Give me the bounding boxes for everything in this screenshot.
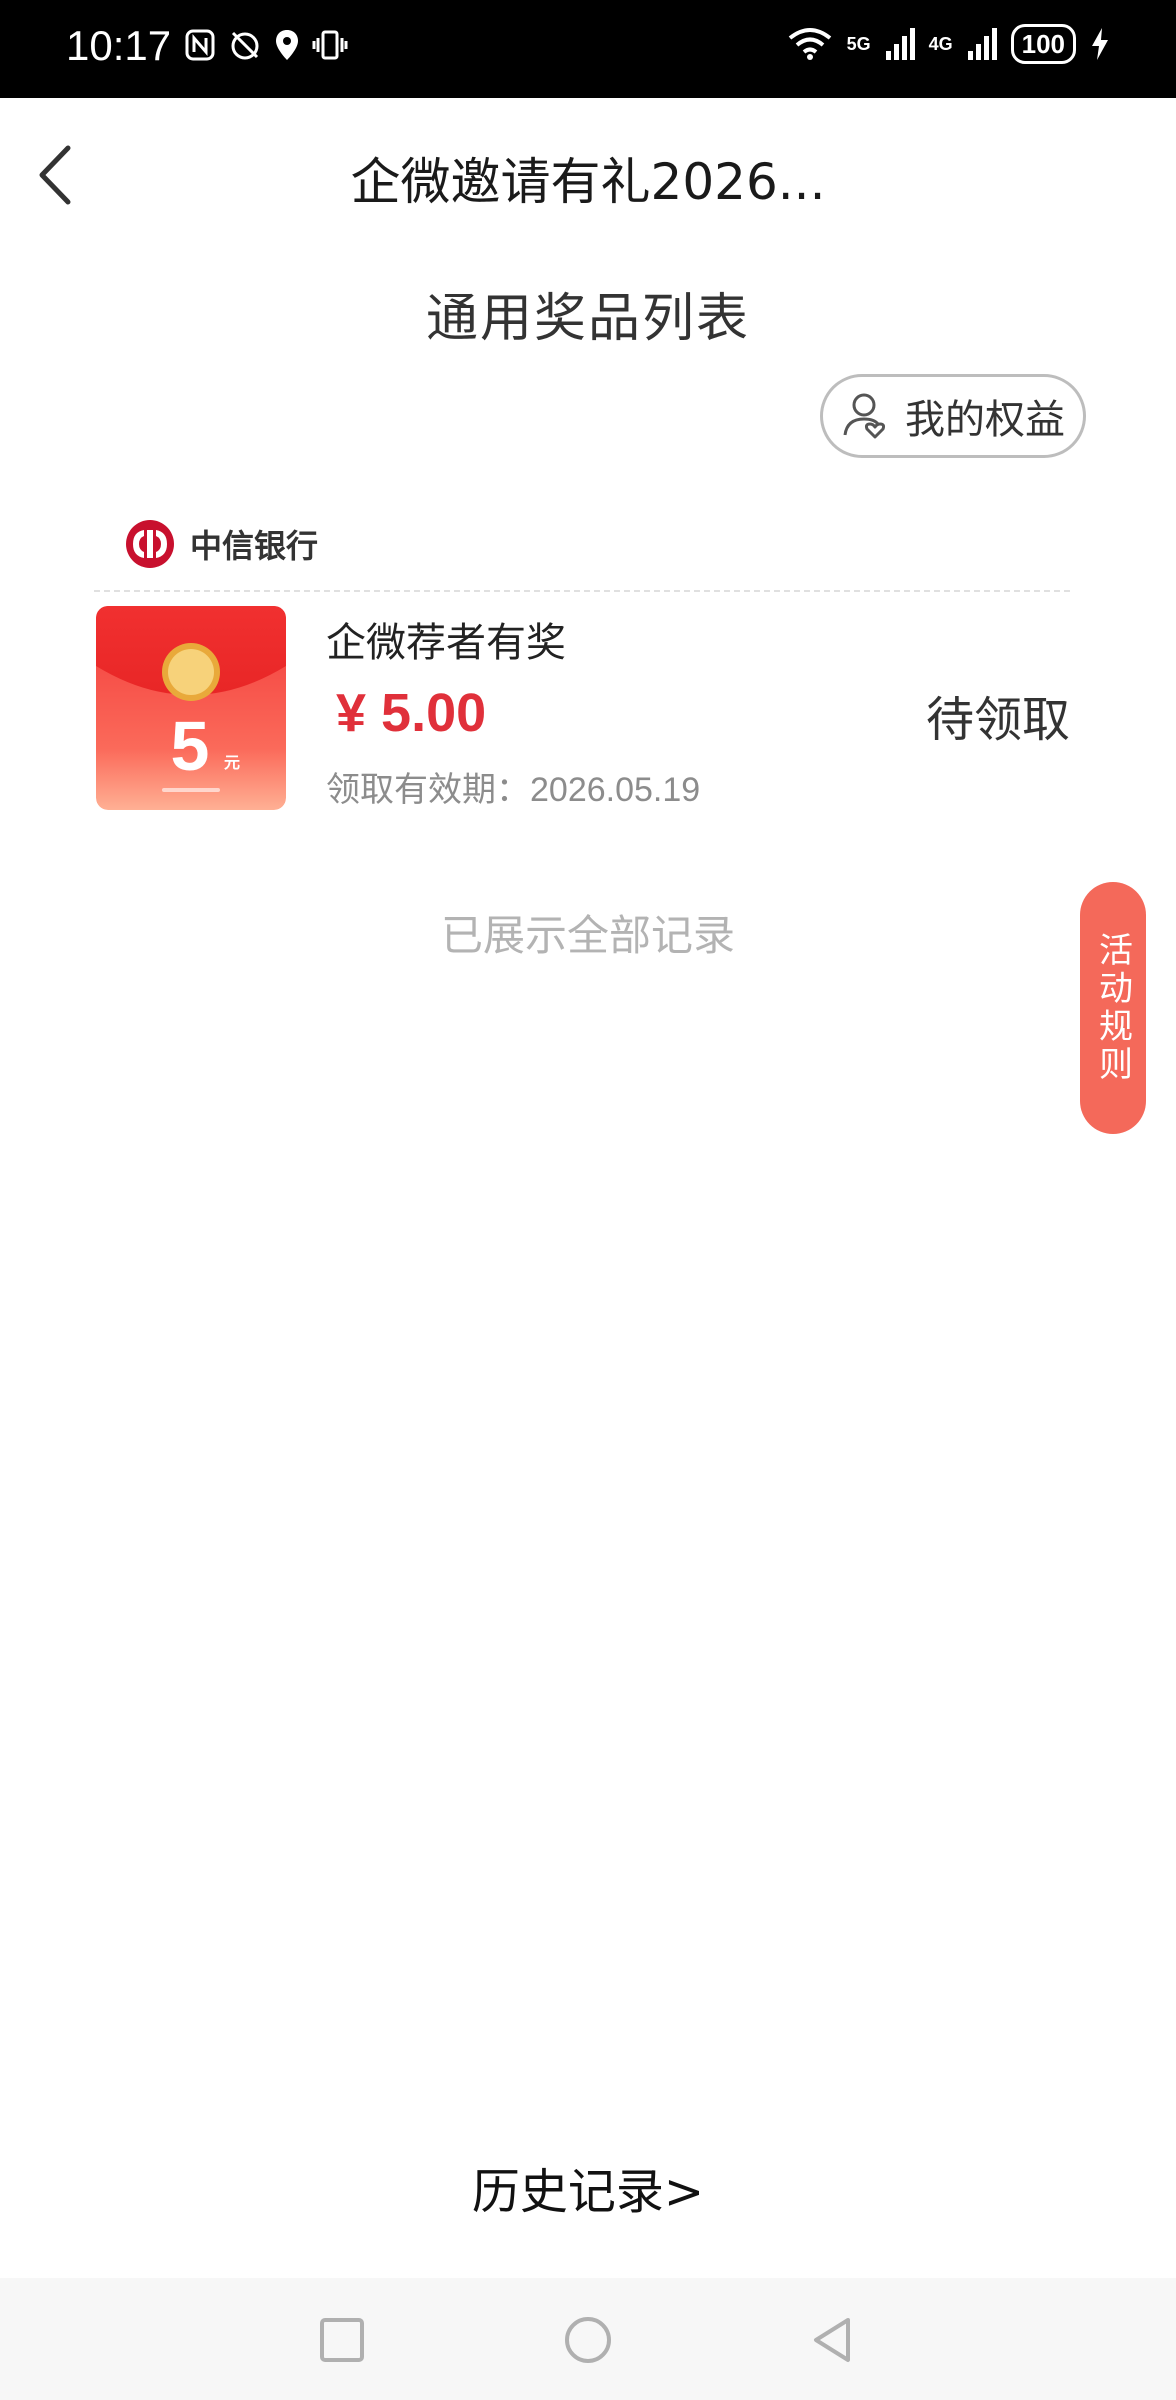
circle-icon [565, 2317, 611, 2363]
bank-header: 中信银行 [124, 518, 318, 570]
alarm-off-icon [231, 31, 259, 60]
thumbnail-amount: 5 [171, 707, 210, 785]
bank-name: 中信银行 [190, 527, 319, 565]
triangle-back-icon [814, 2318, 850, 2362]
signal-icon [967, 28, 997, 60]
battery-level: 100 [1010, 24, 1076, 64]
validity-date: 2026.05.19 [530, 771, 701, 809]
status-bar: 10:17 5G 4G 100 [0, 0, 1176, 98]
recent-apps-button[interactable] [316, 2314, 368, 2366]
page-title: 企微邀请有礼2026... [350, 153, 826, 211]
list-end-text: 已展示全部记录 [440, 911, 735, 960]
status-right-icons: 5G 4G 100 [787, 24, 1110, 64]
nfc-icon [185, 29, 215, 61]
thumbnail-unit: 元 [224, 753, 240, 772]
claim-status-button[interactable]: 待领取 [926, 680, 1070, 750]
status-time: 10:17 [66, 22, 172, 69]
my-benefits-button[interactable]: 我的权益 [820, 374, 1086, 458]
user-badge-icon [843, 393, 886, 439]
dashed-divider [94, 590, 1070, 592]
prize-list-item[interactable]: 5 元 企微荐者有奖 ¥ 5.00 领取有效期：2026.05.19 待领取 [96, 606, 1070, 812]
vibrate-icon [312, 30, 348, 60]
validity-label: 领取有效期： [326, 770, 530, 810]
citic-logo-icon [126, 520, 174, 568]
prize-amount: ¥ 5.00 [336, 683, 487, 743]
wifi-icon [788, 28, 831, 60]
network-5g-label: 5G [846, 33, 871, 54]
activity-rules-tab[interactable]: 活动规则 [1080, 882, 1146, 1134]
activity-rules-label: 活动规则 [1092, 932, 1133, 1084]
my-benefits-label: 我的权益 [905, 397, 1065, 443]
red-envelope-thumbnail: 5 元 [96, 606, 286, 810]
home-button[interactable] [562, 2314, 614, 2366]
signal-icon [885, 28, 915, 60]
page-header: 企微邀请有礼2026... [0, 98, 1176, 250]
prize-name: 企微荐者有奖 [326, 620, 566, 666]
location-icon [276, 30, 298, 60]
back-nav-button[interactable] [806, 2314, 858, 2366]
network-4g-label: 4G [928, 33, 953, 54]
system-nav-bar [0, 2278, 1176, 2400]
charging-icon [1092, 28, 1108, 60]
status-left-icons [184, 28, 348, 62]
history-link[interactable]: 历史记录> [0, 2152, 1176, 2222]
square-icon [320, 2318, 364, 2362]
section-title: 通用奖品列表 [425, 289, 750, 349]
prize-validity: 领取有效期：2026.05.19 [326, 762, 700, 811]
